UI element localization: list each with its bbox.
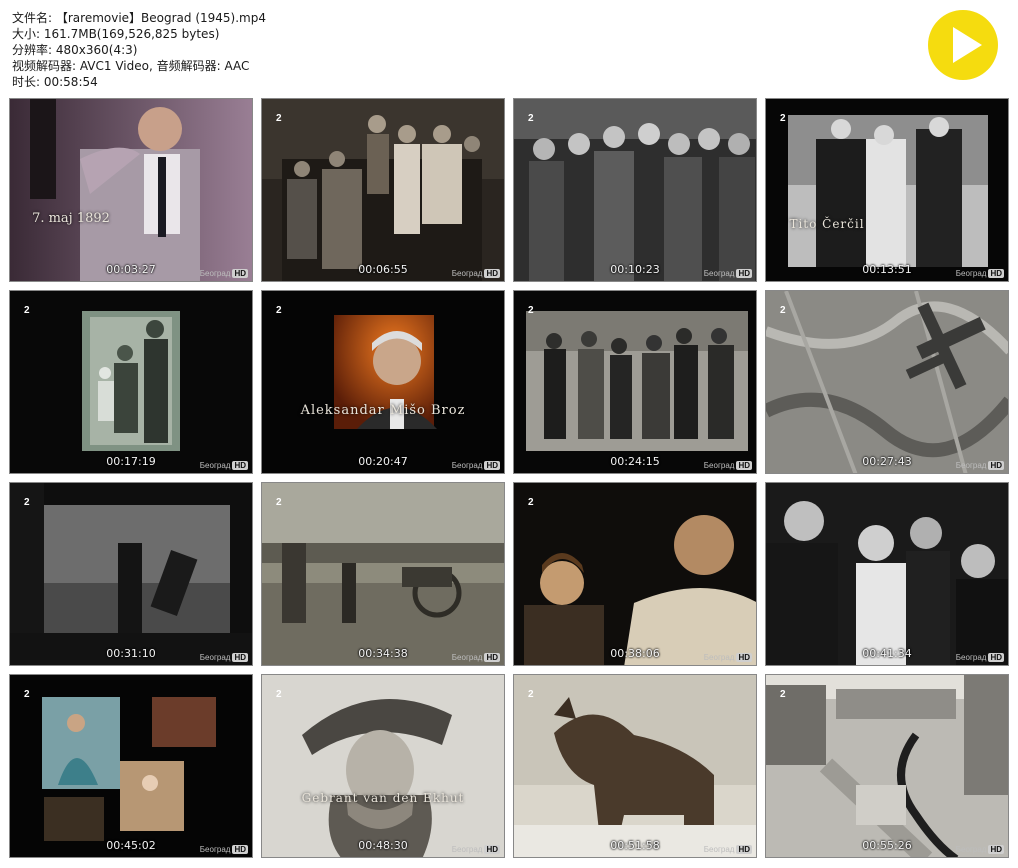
scene-image [514, 291, 756, 473]
file-name-line: 文件名: 【raremovie】Beograd (1945).mp4 [12, 11, 266, 25]
thumbnail[interactable]: 2 Tito Čerčil 00:13:51 Београд HD [765, 98, 1009, 282]
thumbnail[interactable]: 00:41:34 Београд HD [765, 482, 1009, 666]
thumbnail[interactable]: 2 00:24:15 Београд HD [513, 290, 757, 474]
scene-image [514, 483, 756, 665]
watermark: Београд HD [199, 653, 248, 662]
scene-image [262, 483, 504, 665]
thumbnail[interactable]: 2 00:31:10 Београд HD [9, 482, 253, 666]
watermark: Београд HD [703, 269, 752, 278]
scene-image [10, 483, 252, 665]
scene-image [10, 99, 252, 281]
watermark: Београд HD [451, 653, 500, 662]
watermark: Београд HD [451, 845, 500, 854]
channel-logo: 2 [528, 497, 534, 508]
watermark: Београд HD [955, 653, 1004, 662]
thumbnail[interactable]: 2 00:17:19 Београд HD [9, 290, 253, 474]
channel-logo: 2 [528, 113, 534, 124]
thumbnail[interactable]: 2 00:38:06 Београд HD [513, 482, 757, 666]
file-info-panel: 文件名: 【raremovie】Beograd (1945).mp4 大小: 1… [12, 10, 266, 90]
watermark: Београд HD [955, 461, 1004, 470]
watermark: Београд HD [199, 845, 248, 854]
channel-logo: 2 [528, 305, 534, 316]
scene-image [262, 675, 504, 857]
resolution-line: 分辨率: 480x360(4:3) [12, 43, 138, 57]
caption-text: Tito Čerčil [789, 217, 865, 231]
thumbnail[interactable]: 2 00:06:55 Београд HD [261, 98, 505, 282]
channel-logo: 2 [780, 689, 786, 700]
scene-image [262, 291, 504, 473]
play-button[interactable] [928, 10, 998, 80]
scene-image [766, 99, 1008, 281]
channel-logo: 2 [276, 113, 282, 124]
watermark: Београд HD [955, 845, 1004, 854]
channel-logo: 2 [24, 305, 30, 316]
caption-text: Gebrant van den Ekhut [301, 791, 465, 805]
channel-logo: 2 [276, 689, 282, 700]
scene-image [766, 675, 1008, 857]
watermark: Београд HD [703, 845, 752, 854]
thumbnail[interactable]: 2 Gebrant van den Ekhut 00:48:30 Београд… [261, 674, 505, 858]
codec-line: 视频解码器: AVC1 Video, 音频解码器: AAC [12, 59, 250, 73]
channel-logo: 2 [276, 305, 282, 316]
channel-logo: 2 [528, 689, 534, 700]
thumbnail[interactable]: 2 00:27:43 Београд HD [765, 290, 1009, 474]
scene-image [514, 99, 756, 281]
watermark: Београд HD [199, 461, 248, 470]
watermark: Београд HD [955, 269, 1004, 278]
channel-logo: 2 [276, 497, 282, 508]
thumbnail[interactable]: 2 Aleksandar Mišo Broz 00:20:47 Београд H… [261, 290, 505, 474]
duration-line: 时长: 00:58:54 [12, 75, 98, 89]
scene-image [10, 291, 252, 473]
file-size-line: 大小: 161.7MB(169,526,825 bytes) [12, 27, 220, 41]
thumbnail[interactable]: 2 00:45:02 Београд HD [9, 674, 253, 858]
scene-image [766, 483, 1008, 665]
watermark: Београд HD [451, 461, 500, 470]
thumbnail[interactable]: 2 00:34:38 Београд HD [261, 482, 505, 666]
thumbnail[interactable]: 2 00:55:26 Београд HD [765, 674, 1009, 858]
scene-image [262, 99, 504, 281]
channel-logo: 2 [780, 305, 786, 316]
watermark: Београд HD [703, 461, 752, 470]
channel-logo: 2 [780, 113, 786, 124]
channel-logo: 2 [24, 689, 30, 700]
thumbnail-grid: 7. maj 1892 00:03:27 Београд HD 2 00:06:5… [9, 98, 1009, 862]
caption-text: Aleksandar Mišo Broz [300, 403, 466, 418]
scene-image [766, 291, 1008, 473]
watermark: Београд HD [199, 269, 248, 278]
watermark: Београд HD [703, 653, 752, 662]
thumbnail[interactable]: 7. maj 1892 00:03:27 Београд HD [9, 98, 253, 282]
channel-logo: 2 [24, 497, 30, 508]
play-icon [953, 27, 982, 63]
scene-image [10, 675, 252, 857]
thumbnail[interactable]: 2 00:51:58 Београд HD [513, 674, 757, 858]
thumbnail[interactable]: 2 00:10:23 Београд HD [513, 98, 757, 282]
caption-text: 7. maj 1892 [32, 211, 110, 226]
scene-image [514, 675, 756, 857]
watermark: Београд HD [451, 269, 500, 278]
